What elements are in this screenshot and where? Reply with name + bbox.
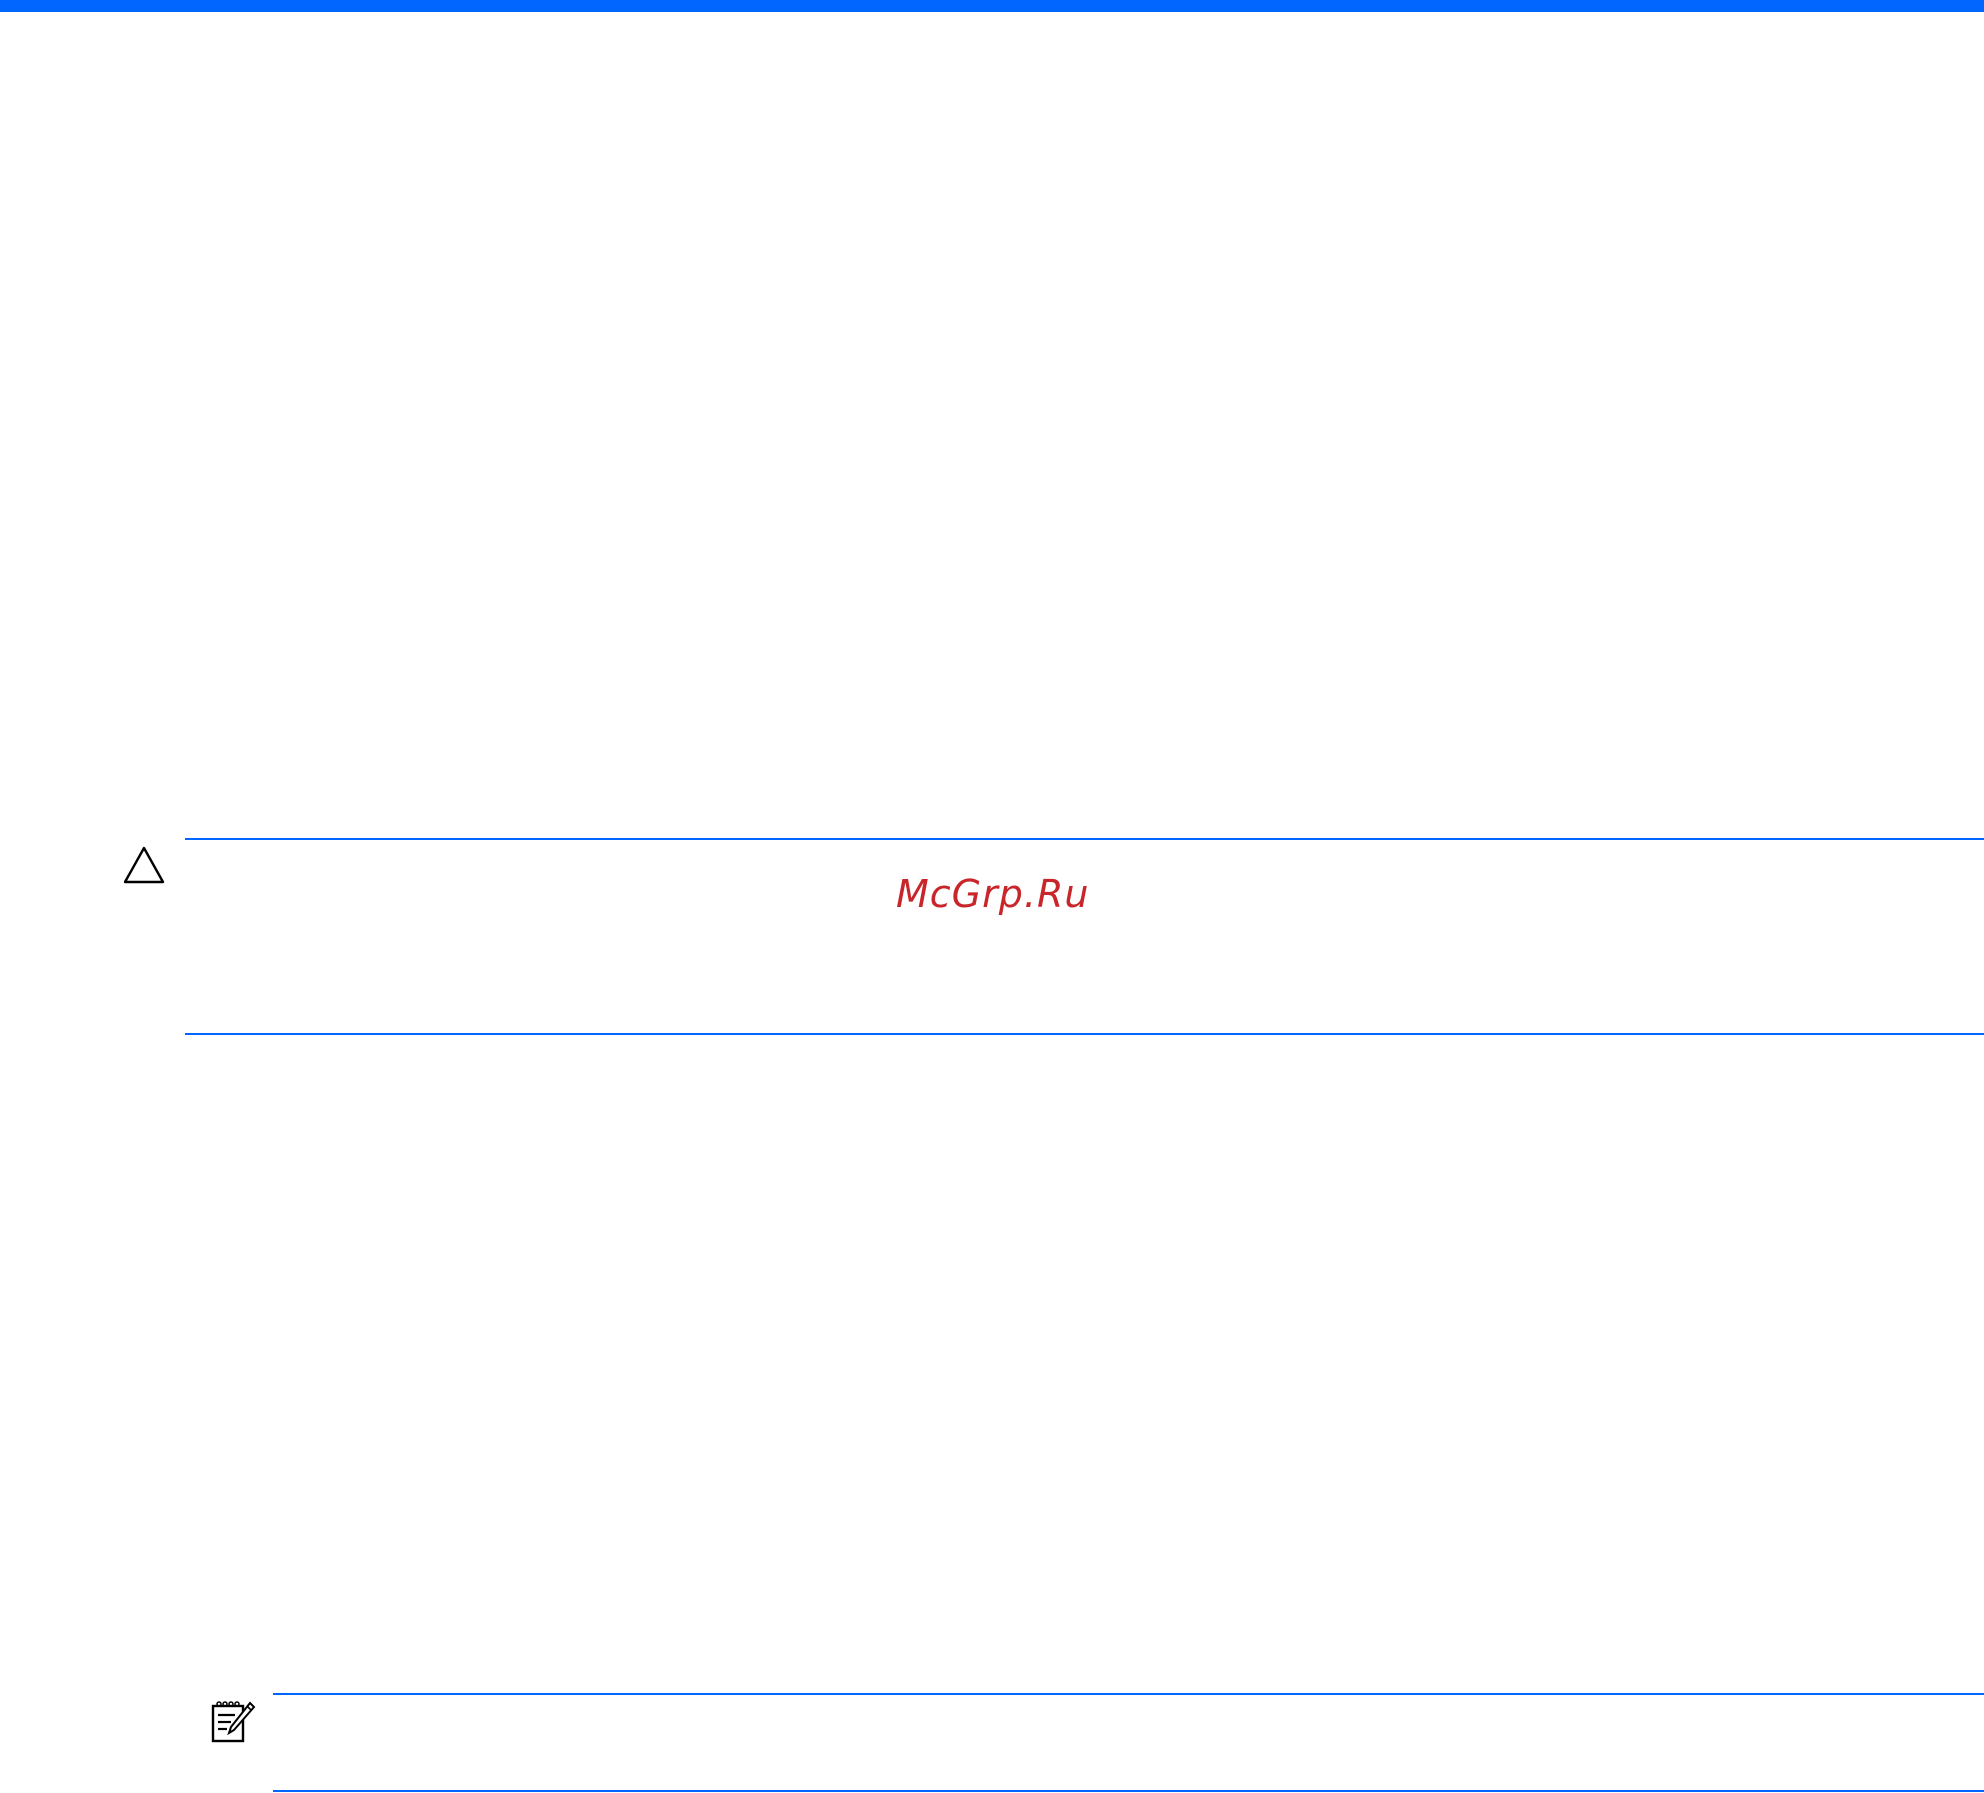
caution-top-divider <box>185 838 1984 840</box>
watermark-text: McGrp.Ru <box>896 872 1090 916</box>
caution-triangle-icon <box>123 846 165 884</box>
caution-bottom-divider <box>185 1033 1984 1035</box>
note-pad-pencil-icon <box>211 1701 256 1743</box>
note-bottom-divider <box>273 1790 1984 1792</box>
note-top-divider <box>273 1693 1984 1695</box>
header-accent-bar <box>0 0 1984 12</box>
